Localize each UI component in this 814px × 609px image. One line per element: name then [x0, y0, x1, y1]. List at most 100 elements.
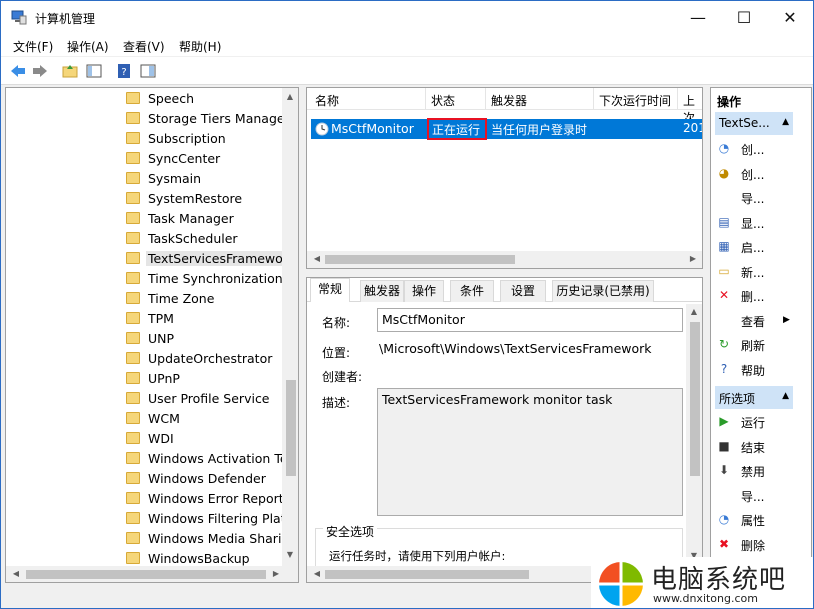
folder-icon: [126, 352, 140, 364]
export-icon: [717, 488, 731, 502]
detail-scroll-thumb[interactable]: [690, 322, 700, 476]
tree-scroll-thumb[interactable]: [286, 380, 296, 476]
action-item-label: 新...: [741, 265, 765, 280]
action-item[interactable]: ◔ 属性: [717, 509, 797, 531]
column-divider[interactable]: [677, 88, 678, 110]
column-divider[interactable]: [593, 88, 594, 110]
computer-management-icon: [11, 10, 27, 25]
action-item[interactable]: ▶ 运行: [717, 411, 797, 433]
tree-item-label: User Profile Service: [148, 391, 270, 406]
tab-settings[interactable]: 设置: [500, 280, 546, 302]
action-item[interactable]: ✕ 删...: [717, 285, 797, 307]
folder-icon: [126, 512, 140, 524]
navigation-tree: Speech Storage Tiers Managen Subscription S…: [5, 87, 299, 583]
scroll-up-arrow-icon[interactable]: ▲: [282, 92, 298, 101]
description-field[interactable]: TextServicesFramework monitor task: [377, 388, 683, 516]
help-book-icon[interactable]: ?: [115, 62, 133, 80]
action-item[interactable]: ↻ 刷新: [717, 334, 797, 356]
action-item[interactable]: ▤ 显...: [717, 212, 797, 234]
minimize-button[interactable]: —: [675, 1, 721, 34]
back-arrow-icon[interactable]: [9, 62, 27, 80]
new-folder-icon: ▭: [718, 263, 730, 278]
folder-icon: [126, 392, 140, 404]
column-name[interactable]: 名称: [315, 92, 339, 109]
action-item-label: 运行: [741, 416, 766, 430]
import-icon: [717, 190, 731, 204]
action-item[interactable]: ■ 结束: [717, 436, 797, 458]
folder-icon: [126, 432, 140, 444]
tab-general[interactable]: 常规: [310, 278, 350, 302]
action-item[interactable]: ? 帮助: [717, 359, 797, 381]
column-next-run[interactable]: 下次运行时间: [599, 92, 671, 109]
action-item-label: 结束: [741, 440, 766, 455]
refresh-icon: ↻: [718, 337, 730, 351]
disable-icon: ⬇: [718, 463, 730, 477]
menu-action[interactable]: 操作(A): [67, 38, 109, 55]
scroll-down-arrow-icon[interactable]: ▼: [282, 550, 298, 559]
scroll-left-arrow-icon[interactable]: ◀: [309, 569, 325, 578]
actions-title: 操作: [717, 95, 742, 109]
column-status[interactable]: 状态: [431, 92, 455, 109]
scroll-up-arrow-icon[interactable]: ▲: [686, 307, 702, 316]
scroll-left-arrow-icon[interactable]: ◀: [309, 254, 325, 263]
action-item[interactable]: 导...: [717, 187, 797, 209]
actions-group-header[interactable]: TextSe... ▲: [715, 112, 793, 135]
tab-conditions[interactable]: 条件: [450, 280, 494, 302]
tree-item-label: WDI: [148, 431, 174, 446]
menu-help[interactable]: 帮助(H): [179, 38, 221, 55]
tree-horizontal-scrollbar[interactable]: ◀ ▶: [6, 566, 298, 582]
maximize-button[interactable]: ☐: [721, 1, 767, 34]
tree-item-label: UNP: [148, 331, 175, 346]
action-item[interactable]: ✖ 删除: [717, 534, 797, 556]
task-last-run: 201: [683, 121, 702, 135]
tree-item-label: Subscription: [148, 131, 226, 146]
menu-view[interactable]: 查看(V): [123, 38, 165, 55]
action-item[interactable]: 导...: [717, 485, 797, 507]
column-divider[interactable]: [425, 88, 426, 110]
folder-icon: [126, 232, 140, 244]
column-trigger[interactable]: 触发器: [491, 92, 527, 109]
detail-vertical-scrollbar[interactable]: ▲ ▼: [686, 304, 702, 566]
task-hscroll-thumb[interactable]: [325, 255, 515, 264]
action-item[interactable]: ▦ 启...: [717, 236, 797, 258]
show-hide-action-pane-icon[interactable]: [139, 62, 157, 80]
tab-triggers[interactable]: 触发器: [360, 280, 404, 302]
detail-hscroll-thumb[interactable]: [325, 570, 529, 579]
tree-hscroll-thumb[interactable]: [26, 570, 266, 579]
selected-item-header[interactable]: 所选项 ▲: [715, 386, 793, 409]
tab-actions[interactable]: 操作: [404, 280, 444, 302]
tree-item-label: Speech: [148, 91, 195, 106]
scroll-left-arrow-icon[interactable]: ◀: [8, 569, 24, 578]
column-divider[interactable]: [485, 88, 486, 110]
folder-icon: [126, 172, 140, 184]
action-item[interactable]: ◔ 创...: [717, 138, 797, 160]
menu-file[interactable]: 文件(F): [13, 38, 53, 55]
task-horizontal-scrollbar[interactable]: ◀ ▶: [307, 251, 702, 268]
action-item[interactable]: ▭ 新...: [717, 261, 797, 283]
name-field[interactable]: MsCtfMonitor: [377, 308, 683, 332]
show-hide-tree-icon[interactable]: [85, 62, 103, 80]
tree-item-label: UPnP: [148, 371, 180, 386]
task-detail-pane: 常规 触发器 操作 条件 设置 历史记录(已禁用) 名称: MsCtfMonit…: [306, 277, 703, 583]
tree-vertical-scrollbar[interactable]: ▲ ▼: [282, 88, 298, 566]
up-folder-icon[interactable]: [61, 62, 79, 80]
forward-arrow-icon[interactable]: [31, 62, 49, 80]
location-value: \Microsoft\Windows\TextServicesFramework: [379, 341, 652, 356]
tree-item-label: Windows Defender: [148, 471, 266, 486]
tab-history[interactable]: 历史记录(已禁用): [552, 280, 654, 302]
scroll-right-arrow-icon[interactable]: ▶: [685, 254, 701, 263]
action-item[interactable]: 查看 ▶: [717, 310, 797, 332]
action-item-label: 禁用: [741, 465, 766, 479]
action-item[interactable]: ◕ 创...: [717, 163, 797, 185]
action-item[interactable]: ⬇ 禁用: [717, 460, 797, 482]
folder-icon: [126, 212, 140, 224]
action-item-label: 启...: [741, 241, 765, 255]
toolbar: ?: [1, 57, 813, 85]
menu-bar: 文件(F) 操作(A) 查看(V) 帮助(H): [1, 34, 813, 56]
task-row[interactable]: MsCtfMonitor 正在运行 当任何用户登录时 201: [311, 118, 702, 140]
folder-icon: [126, 152, 140, 164]
close-button[interactable]: ✕: [767, 1, 813, 34]
scroll-right-arrow-icon[interactable]: ▶: [268, 569, 284, 578]
security-options-text: 运行任务时，请使用下列用户帐户:: [329, 549, 506, 563]
folder-icon: [126, 532, 140, 544]
